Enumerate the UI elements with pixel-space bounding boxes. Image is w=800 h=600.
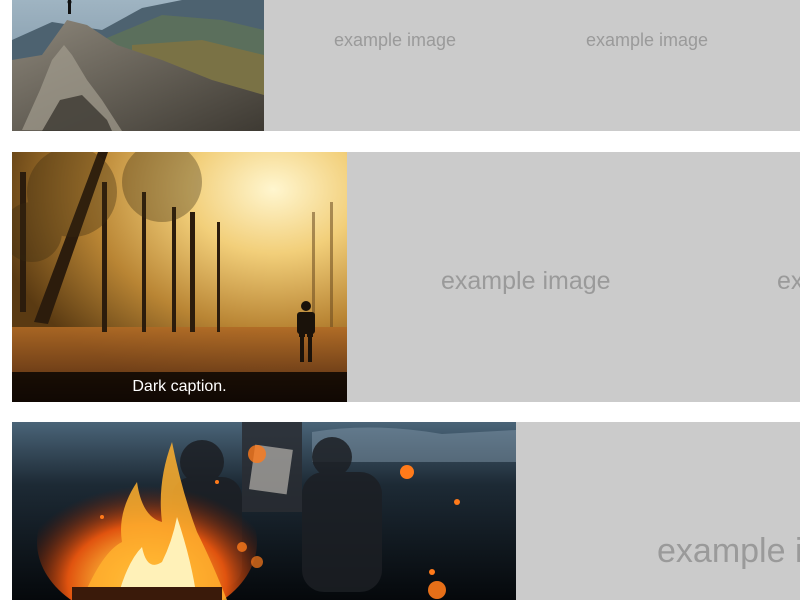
misty-forest-image <box>12 152 347 402</box>
placeholder-label: example image <box>586 30 709 50</box>
campfire-photo[interactable] <box>12 422 516 600</box>
gallery-row-2: Dark caption. example image example imag… <box>12 152 800 402</box>
gallery-row-3: example image <box>12 422 800 600</box>
campfire-image <box>12 422 516 600</box>
mountain-summit-photo[interactable] <box>12 0 264 131</box>
image-gallery: example image example image Dark caption… <box>0 0 800 600</box>
placeholder-label: example image <box>334 30 457 50</box>
image-caption: Dark caption. <box>12 372 347 402</box>
placeholder-label: example image <box>657 532 800 570</box>
placeholder-label: example image <box>441 267 611 295</box>
mountain-summit-image <box>12 0 264 131</box>
gallery-row-1: example image example image <box>12 0 800 131</box>
misty-forest-photo[interactable]: Dark caption. <box>12 152 347 402</box>
placeholder-label: example image <box>777 267 800 295</box>
